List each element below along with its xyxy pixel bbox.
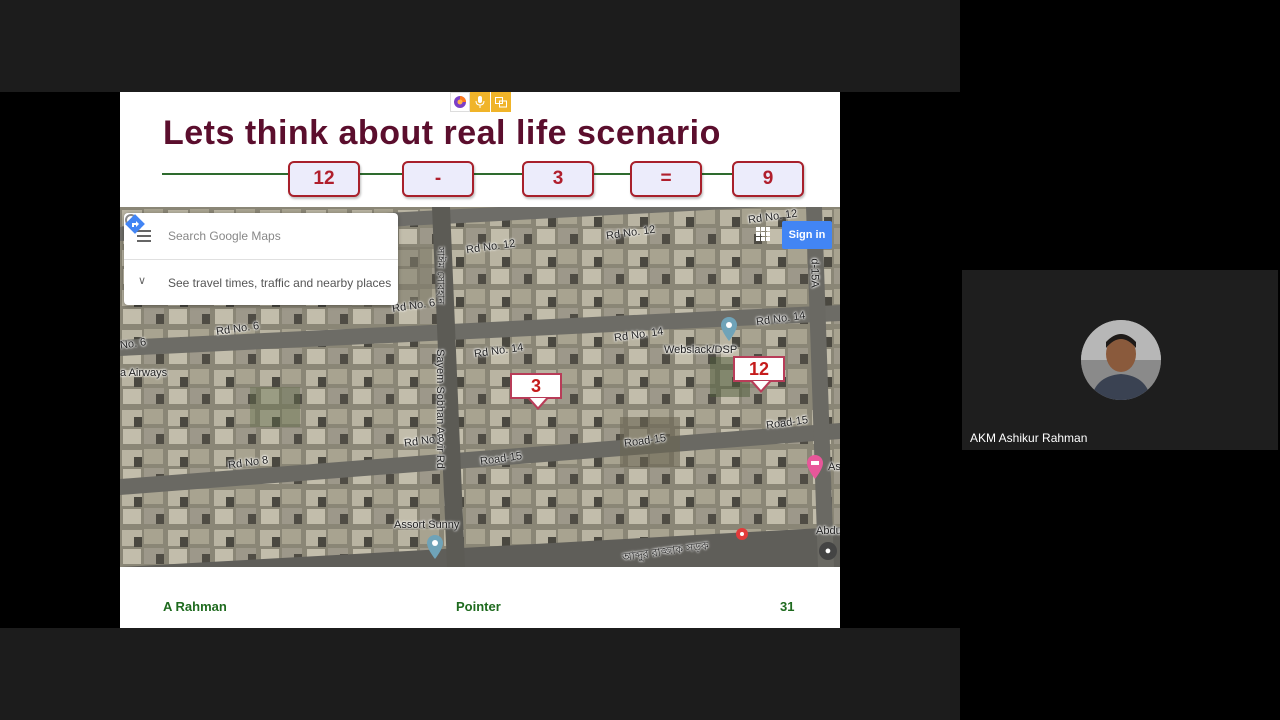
- participant-video-tile[interactable]: AKM Ashikur Rahman: [962, 270, 1278, 450]
- directions-icon[interactable]: [124, 213, 146, 235]
- equation-result-9: 9: [732, 161, 804, 197]
- map-label: As: [828, 461, 840, 473]
- participant-name: AKM Ashikur Rahman: [970, 431, 1088, 445]
- equation-operator-minus: -: [402, 161, 474, 197]
- maps-search-row[interactable]: Search Google Maps: [124, 213, 398, 259]
- firefox-icon[interactable]: [450, 92, 470, 112]
- callout-left-value: 3: [510, 373, 562, 410]
- map-pin-icon[interactable]: [427, 535, 443, 559]
- map-label: d-15A: [808, 258, 821, 288]
- map-label: Assort Sunny: [394, 519, 460, 531]
- travel-times-text: See travel times, traffic and nearby pla…: [168, 276, 392, 290]
- title-underline: [162, 173, 802, 175]
- window-share-icon[interactable]: [491, 92, 511, 112]
- screen-share-toolbar: [450, 92, 512, 112]
- globe-icon[interactable]: ●: [819, 542, 837, 560]
- google-map-satellite[interactable]: Rd No. 12 Rd No. 12 Rd No. 12 d-15A Rd N…: [120, 207, 840, 567]
- map-label: Webslack/DSP: [664, 344, 738, 356]
- sign-in-button[interactable]: Sign in: [782, 221, 832, 249]
- map-label: Sayem Sobhan Anvir Rd: [433, 349, 446, 469]
- footer-page-number: 31: [780, 599, 795, 614]
- microphone-icon[interactable]: [470, 92, 490, 112]
- chevron-down-icon[interactable]: ∨: [138, 274, 146, 287]
- bottom-letterbox: [0, 628, 960, 720]
- map-label: সাঈম সোবহান: [434, 246, 446, 305]
- travel-times-expander[interactable]: ∨ See travel times, traffic and nearby p…: [124, 260, 398, 305]
- participant-avatar: [1081, 320, 1161, 400]
- map-label: a Airways: [120, 367, 168, 379]
- apps-grid-icon[interactable]: [756, 227, 770, 241]
- callout-right-value: 12: [733, 356, 785, 393]
- footer-author: A Rahman: [163, 599, 227, 614]
- equation-operand-3: 3: [522, 161, 594, 197]
- map-pin-icon[interactable]: [721, 317, 737, 341]
- footer-topic: Pointer: [456, 599, 501, 614]
- hotel-pin-icon[interactable]: [807, 455, 823, 479]
- equation-operand-12: 12: [288, 161, 360, 197]
- presentation-slide: Lets think about real life scenario 12 -…: [120, 92, 840, 628]
- top-letterbox: [0, 0, 960, 92]
- equation-equals: =: [630, 161, 702, 197]
- maps-search-card: Search Google Maps ∨ See travel times, t…: [124, 213, 398, 305]
- location-dot-icon: [736, 528, 748, 540]
- slide-title: Lets think about real life scenario: [163, 114, 721, 152]
- search-input[interactable]: Search Google Maps: [168, 229, 281, 243]
- map-label: Abdu: [816, 525, 840, 537]
